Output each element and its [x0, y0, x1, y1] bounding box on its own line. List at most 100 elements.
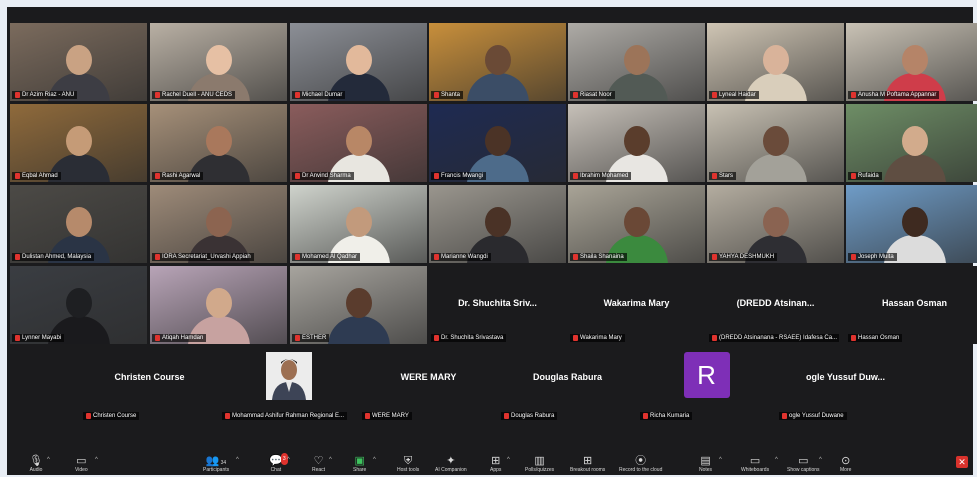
apps-options-chevron-icon[interactable]: ^: [507, 457, 510, 463]
react-options-chevron-icon[interactable]: ^: [329, 457, 332, 463]
audio-button[interactable]: 🎙 Audio: [29, 455, 43, 473]
participant-head: [901, 45, 928, 75]
participant-name: Eqbal Ahmad: [22, 173, 58, 179]
video-camera-icon: ▭: [76, 455, 87, 467]
participant-name: (DREDD Atsinanana - RSAEE) Idafesa Ca...: [719, 335, 838, 341]
participants-options-chevron-icon[interactable]: ^: [236, 457, 239, 463]
participant-video-tile[interactable]: Joseph Muita: [846, 185, 977, 263]
participant-name-tag: Douglas Rabura: [501, 412, 558, 420]
participant-tile[interactable]: Douglas Rabura Douglas Rabura: [499, 344, 636, 422]
participant-head: [345, 207, 372, 237]
participant-video-tile[interactable]: Francis Mwangi: [429, 104, 566, 182]
participant-video-tile[interactable]: Anusha M Poftama Appannar: [846, 23, 977, 101]
gallery-row-bottom: Christen Course Christen Course Mohammad A…: [7, 344, 973, 434]
participant-head: [345, 45, 372, 75]
audio-options-chevron-icon[interactable]: ^: [47, 457, 50, 463]
participant-name: Wakarima Mary: [580, 335, 622, 341]
muted-microphone-icon: [295, 173, 300, 179]
participant-name: Rachel Duell - ANU CEDS: [162, 92, 233, 98]
participant-video-tile[interactable]: Marianne Wangdi: [429, 185, 566, 263]
participant-video-tile[interactable]: Ibrahim Mohamed: [568, 104, 705, 182]
participant-name: Hassan Osman: [858, 335, 900, 341]
muted-microphone-icon: [573, 92, 578, 98]
participant-video-tile[interactable]: Rufaida: [846, 104, 977, 182]
record-icon: ⦿: [635, 455, 647, 467]
end-meeting-button[interactable]: ✕: [956, 456, 968, 468]
participant-name: Shanta: [441, 92, 461, 98]
participant-video-tile[interactable]: Eqbal Ahmad: [10, 104, 147, 182]
video-options-chevron-icon[interactable]: ^: [95, 457, 98, 463]
participant-body: [744, 154, 807, 182]
participant-name: YAHYA DESHMUKH: [719, 254, 775, 260]
muted-microphone-icon: [712, 173, 717, 179]
participant-name-tile[interactable]: Dr. Shuchita Sriv... Dr. Shuchita Srivast…: [429, 266, 566, 344]
participant-name-tag: ESTHER: [292, 334, 330, 342]
participant-video-tile[interactable]: Shaila Shanaina: [568, 185, 705, 263]
host-tools-button[interactable]: ⛨ Host tools: [397, 455, 419, 473]
participant-tile[interactable]: ogle Yussuf Duw... ogle Yussuf Duwane: [777, 344, 914, 422]
notes-options-chevron-icon[interactable]: ^: [719, 457, 722, 463]
whiteboards-options-chevron-icon[interactable]: ^: [775, 457, 778, 463]
participant-video-tile[interactable]: Rashi Agarwal: [150, 104, 287, 182]
show-captions-button[interactable]: ▭ Show captions: [787, 455, 820, 473]
participant-video-tile[interactable]: Shanta: [429, 23, 566, 101]
people-icon: 👥34: [205, 455, 227, 467]
captions-icon: ▭: [798, 455, 809, 467]
more-button[interactable]: ⊙ More: [840, 455, 851, 473]
participant-name-tag: Lyneal Haidar: [709, 91, 759, 99]
participant-video-tile[interactable]: Rachel Duell - ANU CEDS: [150, 23, 287, 101]
ai-companion-button[interactable]: ✦ AI Companion: [435, 455, 467, 473]
participant-name-tag: Rufaida: [848, 172, 882, 180]
chat-button[interactable]: 💬 3 Chat: [269, 453, 288, 473]
whiteboards-button[interactable]: ▭ Whiteboards: [741, 455, 769, 473]
participant-video-tile[interactable]: Mohamed Al Qadhar: [290, 185, 427, 263]
polls-button[interactable]: ▥ Polls/quizzes: [525, 455, 554, 473]
muted-microphone-icon: [365, 413, 370, 419]
share-button[interactable]: ▣ Share: [353, 455, 366, 473]
sparkle-icon: ✦: [446, 455, 456, 467]
participant-name-tile[interactable]: Wakarima Mary Wakarima Mary: [568, 266, 705, 344]
participant-name-tag: Dulistan Ahmed, Malaysia: [12, 253, 95, 261]
participant-video-tile[interactable]: ESTHER: [290, 266, 427, 344]
breakout-rooms-button[interactable]: ⊞ Breakout rooms: [570, 455, 605, 473]
end-icon: ✕: [958, 457, 966, 467]
participant-video-tile[interactable]: Lyneal Haidar: [707, 23, 844, 101]
react-button[interactable]: ♡ React: [312, 455, 325, 473]
participant-tile[interactable]: Mohammad Ashifur Rahman Regional E...: [220, 344, 357, 422]
participant-name-tile[interactable]: Hassan Osman Hassan Osman: [846, 266, 977, 344]
participant-video-tile[interactable]: Dulistan Ahmed, Malaysia: [10, 185, 147, 263]
participant-video-tile[interactable]: Dr Anvind Sharma: [290, 104, 427, 182]
participant-video-tile[interactable]: Dr Azim Riaz - ANU: [10, 23, 147, 101]
video-button[interactable]: ▭ Video: [75, 455, 88, 473]
participant-tile[interactable]: Christen Course Christen Course: [81, 344, 218, 422]
participant-name: Ibrahim Mohamed: [580, 173, 629, 179]
participant-video-tile[interactable]: Atiqah Hamdan: [150, 266, 287, 344]
participant-name-tag: Michael Dumar: [292, 91, 346, 99]
more-icon: ⊙: [841, 455, 851, 467]
participant-video-tile[interactable]: Lynner Mayabi: [10, 266, 147, 344]
muted-microphone-icon: [434, 92, 439, 98]
participant-tile[interactable]: WERE MARY WERE MARY: [360, 344, 497, 422]
record-button[interactable]: ⦿ Record to the cloud: [619, 455, 662, 473]
chat-options-chevron-icon[interactable]: ^: [287, 457, 290, 463]
participants-button[interactable]: 👥34 Participants: [203, 455, 229, 473]
participant-head: [205, 126, 232, 156]
participant-video-tile[interactable]: Stars: [707, 104, 844, 182]
notes-button[interactable]: ▤ Notes: [699, 455, 712, 473]
participant-name: Lynner Mayabi: [22, 335, 62, 341]
participant-video-tile[interactable]: Michael Dumar: [290, 23, 427, 101]
participant-name-tile[interactable]: (DREDD Atsinan... (DREDD Atsinanana - RSA…: [707, 266, 844, 344]
muted-microphone-icon: [643, 413, 648, 419]
participant-head: [205, 207, 232, 237]
share-options-chevron-icon[interactable]: ^: [373, 457, 376, 463]
participant-tile[interactable]: R Richa Kumaria: [638, 344, 775, 422]
captions-options-chevron-icon[interactable]: ^: [819, 457, 822, 463]
participant-head: [901, 207, 928, 237]
participant-video-tile[interactable]: IORA Secretariat_Urvashi Appiah: [150, 185, 287, 263]
participant-name-tag: Ibrahim Mohamed: [570, 172, 632, 180]
muted-microphone-icon: [851, 92, 856, 98]
participant-video-tile[interactable]: Riasat Noor: [568, 23, 705, 101]
participant-video-tile[interactable]: YAHYA DESHMUKH: [707, 185, 844, 263]
apps-button[interactable]: ⊞ Apps: [490, 455, 501, 473]
participant-head: [762, 45, 789, 75]
